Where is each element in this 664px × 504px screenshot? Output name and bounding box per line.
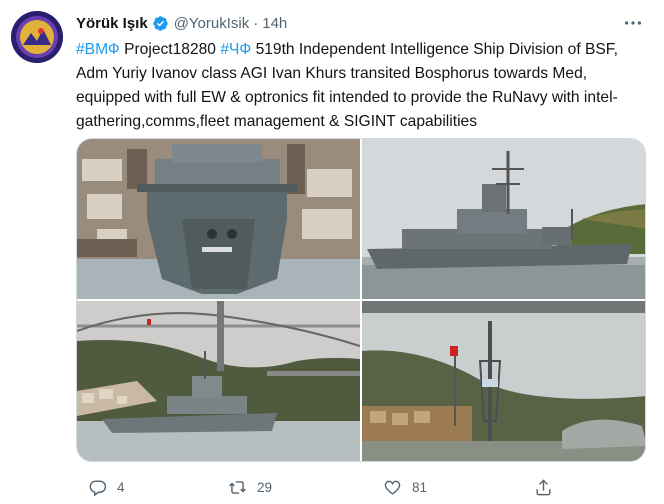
author-handle[interactable]: @YorukIsik <box>174 15 250 32</box>
reply-count: 4 <box>117 479 125 495</box>
reply-button[interactable]: 4 <box>88 474 125 500</box>
tweet-time[interactable]: 14h <box>262 15 287 32</box>
author-name[interactable]: Yörük Işık <box>76 15 148 32</box>
avatar-logo-icon <box>11 11 63 63</box>
like-button[interactable]: 81 <box>383 474 427 500</box>
hashtag-link[interactable]: #ВМФ <box>76 41 120 58</box>
media-grid <box>76 138 646 462</box>
bridge-ship-photo[interactable] <box>77 301 360 461</box>
tweet-actions: 4 29 81 <box>76 474 646 500</box>
share-icon <box>536 478 551 495</box>
ship-bow-photo[interactable] <box>77 139 360 299</box>
retweet-button[interactable]: 29 <box>228 474 272 500</box>
avatar[interactable] <box>11 11 63 63</box>
like-icon <box>384 480 401 495</box>
ship-side-photo[interactable] <box>362 139 645 299</box>
tweet-header: Yörük Işık @YorukIsik · 14h <box>76 12 644 34</box>
hashtag-link[interactable]: #ЧФ <box>220 41 251 58</box>
like-count: 81 <box>412 479 428 495</box>
more-options-icon[interactable] <box>622 12 644 34</box>
reply-icon <box>89 479 107 496</box>
tweet-text-part: Project18280 <box>119 41 221 58</box>
tweet-text: #ВМФ Project18280 #ЧФ 519th Independent … <box>76 38 648 134</box>
separator-dot: · <box>253 14 259 32</box>
retweet-count: 29 <box>257 479 273 495</box>
ship-mast-photo[interactable] <box>362 301 645 461</box>
verified-badge-icon <box>152 15 169 32</box>
share-button[interactable] <box>534 474 553 500</box>
retweet-icon <box>229 480 246 494</box>
